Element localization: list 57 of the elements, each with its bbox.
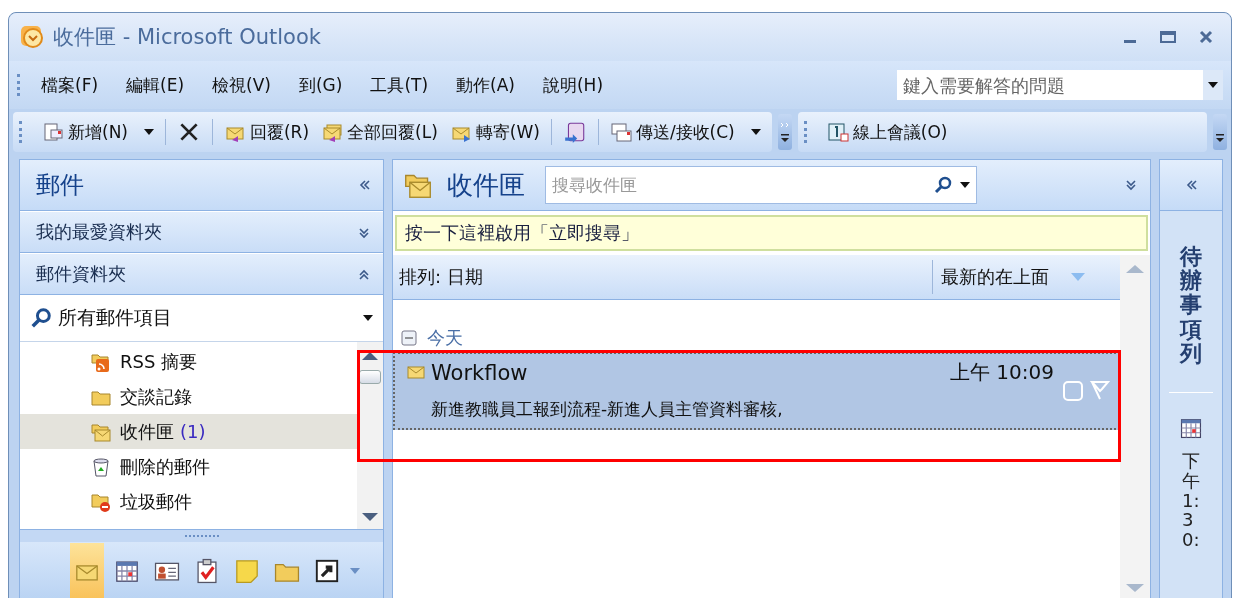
- collapse-icon[interactable]: [358, 267, 371, 281]
- send-receive-icon: [609, 121, 632, 143]
- dropdown-arrow-icon: [960, 182, 970, 188]
- scroll-up-icon[interactable]: [362, 350, 378, 360]
- help-search-field[interactable]: 鍵入需要解答的問題: [897, 70, 1223, 100]
- menu-item[interactable]: 工具(T): [362, 69, 437, 101]
- folder-item[interactable]: 交談記錄: [20, 379, 357, 414]
- configure-buttons-icon[interactable]: [350, 568, 360, 574]
- menu-item[interactable]: 到(G): [290, 69, 351, 101]
- note-export-icon: [562, 120, 587, 144]
- sort-label[interactable]: 排列: 日期: [393, 265, 932, 289]
- new-mail-icon: [42, 121, 64, 143]
- folder-item[interactable]: RSS 摘要: [20, 344, 357, 379]
- instant-search-bar[interactable]: 按一下這裡啟用「立即搜尋」: [395, 215, 1148, 251]
- menu-item[interactable]: 動作(A): [448, 69, 523, 101]
- note-icon: [233, 557, 261, 585]
- folder-title: 收件匣: [447, 168, 525, 202]
- close-icon[interactable]: [1198, 29, 1214, 45]
- collapse-pane-icon[interactable]: [358, 178, 371, 192]
- search-field[interactable]: 搜尋收件匣: [545, 166, 977, 204]
- dropdown-arrow-icon: [1208, 82, 1218, 88]
- toolbar-button[interactable]: 傳送/接收(C): [604, 116, 766, 148]
- appointment-time: 下午 1:30:: [1182, 450, 1200, 550]
- dropdown-arrow-icon: [144, 129, 154, 135]
- scroll-thumb[interactable]: [359, 370, 381, 384]
- collapse-icon[interactable]: [401, 330, 417, 346]
- toolbar-button[interactable]: 轉寄(W): [444, 116, 545, 148]
- folder-item[interactable]: 刪除的郵件: [20, 449, 357, 484]
- menu-item[interactable]: 檔案(F): [33, 69, 107, 101]
- trash-can-icon: [90, 455, 112, 478]
- toolbar-button[interactable]: 回覆(R): [219, 116, 315, 148]
- pane-title: 郵件: [36, 170, 85, 201]
- nav-section-header[interactable]: 郵件資料夾: [20, 253, 383, 295]
- group-header[interactable]: 今天: [393, 324, 1120, 352]
- folder-item[interactable]: 收件匣 (1): [20, 414, 357, 449]
- menu-item[interactable]: 說明(H): [535, 69, 612, 101]
- expand-pane-icon[interactable]: [1184, 178, 1198, 192]
- menu-item[interactable]: 編輯(E): [118, 69, 193, 101]
- dropdown-arrow-icon: [750, 129, 761, 135]
- window-title: 收件匣 - Microsoft Outlook: [53, 24, 322, 51]
- maximize-icon[interactable]: [1159, 29, 1177, 45]
- folder-item[interactable]: 垃圾郵件: [20, 484, 357, 519]
- search-icon: [932, 174, 954, 196]
- meeting-icon: [826, 121, 849, 143]
- todo-bar-title: 待辦事項列: [1180, 245, 1202, 366]
- toolbar-button[interactable]: 新增(N): [37, 116, 159, 148]
- help-search-input[interactable]: 鍵入需要解答的問題: [897, 73, 1203, 97]
- app-logo-icon: [19, 24, 45, 50]
- reply-all-icon: [321, 121, 344, 143]
- nav-section-header[interactable]: 我的最愛資料夾: [20, 211, 383, 253]
- menu-item[interactable]: 檢視(V): [204, 69, 279, 101]
- dropdown-arrow-icon: [363, 315, 373, 321]
- expand-search-icon[interactable]: [1125, 177, 1138, 191]
- expand-icon[interactable]: [358, 225, 371, 239]
- toolbar-button[interactable]: 全部回覆(L): [316, 116, 443, 148]
- view-selector[interactable]: 所有郵件項目: [20, 295, 383, 342]
- scroll-down-icon[interactable]: [362, 511, 378, 521]
